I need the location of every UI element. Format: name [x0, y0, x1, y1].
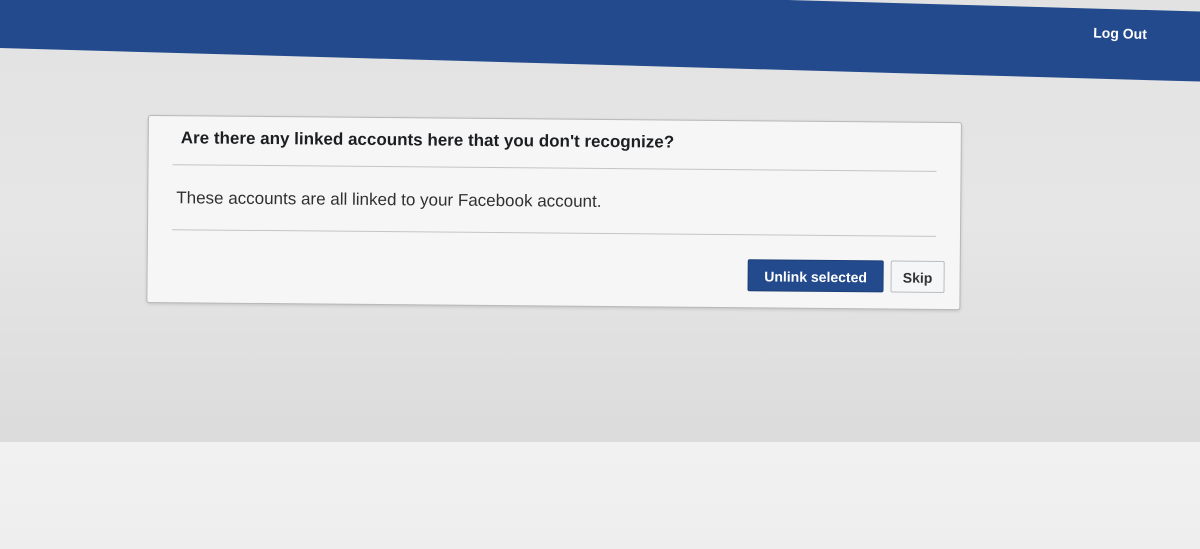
dialog-description: These accounts are all linked to your Fa…: [176, 188, 602, 211]
screen: Log Out Are there any linked accounts he…: [0, 0, 1200, 549]
linked-accounts-dialog: Are there any linked accounts here that …: [146, 115, 962, 311]
title-divider: [172, 164, 937, 172]
dialog-title: Are there any linked accounts here that …: [180, 128, 675, 152]
log-out-link[interactable]: Log Out: [1093, 25, 1147, 42]
footer-divider: [171, 229, 936, 237]
skip-button[interactable]: Skip: [890, 260, 945, 293]
lower-page-area: [0, 442, 1200, 549]
unlink-selected-button[interactable]: Unlink selected: [747, 259, 884, 293]
top-navigation-bar: Log Out: [0, 0, 1200, 82]
